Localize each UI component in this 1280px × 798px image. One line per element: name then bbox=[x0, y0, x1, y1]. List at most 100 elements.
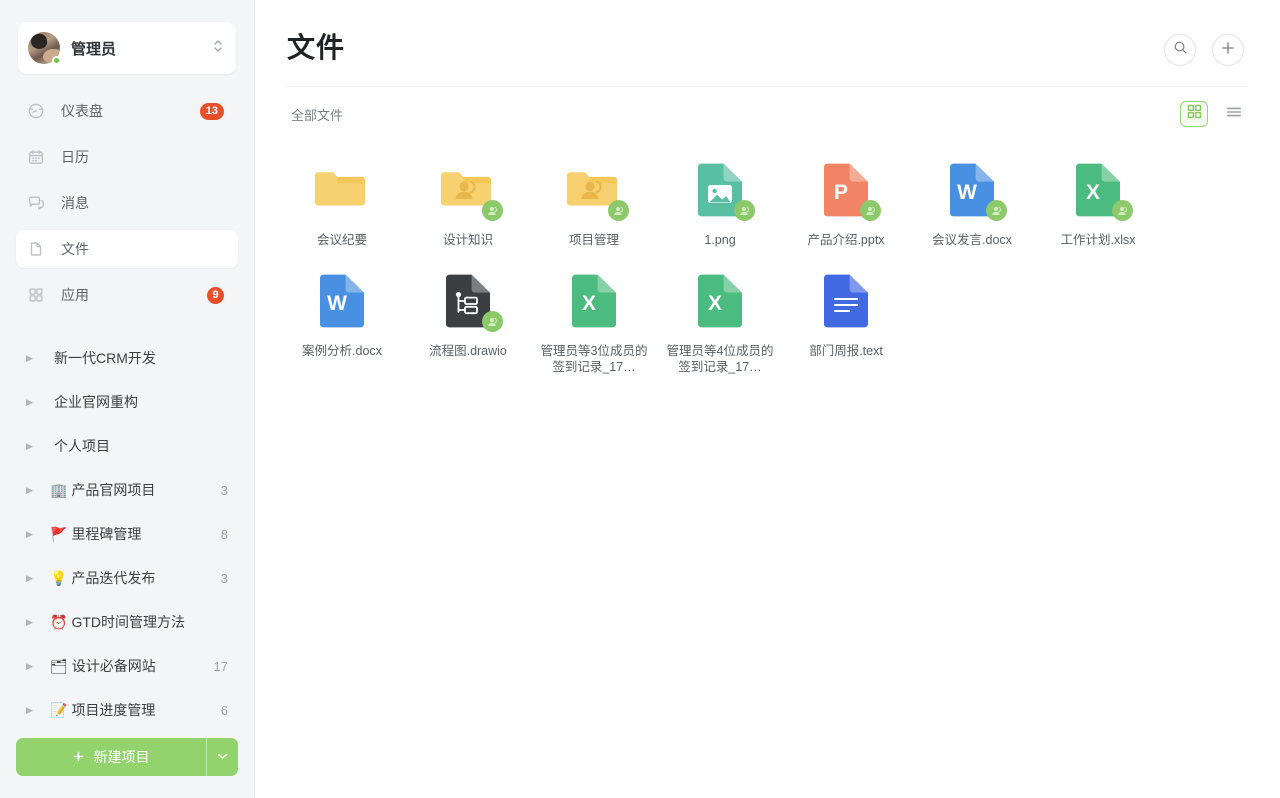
file-name: 管理员等4位成员的签到记录_17… bbox=[664, 343, 776, 375]
project-item[interactable]: ▶ 新一代CRM开发 bbox=[16, 336, 238, 380]
sidebar-item-label: 日历 bbox=[61, 147, 224, 167]
caret-right-icon[interactable]: ▶ bbox=[26, 662, 36, 671]
project-label: 产品迭代发布 bbox=[71, 568, 220, 588]
svg-text:P: P bbox=[834, 181, 848, 204]
file-cell[interactable]: 1.png bbox=[657, 147, 783, 258]
caret-right-icon[interactable]: ▶ bbox=[26, 618, 36, 627]
file-name: 案例分析.docx bbox=[302, 343, 382, 359]
caret-right-icon[interactable]: ▶ bbox=[26, 574, 36, 583]
app-root: 管理员 仪表盘 13 bbox=[0, 0, 1280, 798]
list-view-button[interactable] bbox=[1220, 101, 1248, 127]
caret-right-icon[interactable]: ▶ bbox=[26, 530, 36, 539]
sidebar-item-dashboard[interactable]: 仪表盘 13 bbox=[16, 92, 238, 130]
shared-badge bbox=[734, 200, 755, 221]
new-project-label: 新建项目 bbox=[94, 747, 150, 767]
apps-badge: 9 bbox=[207, 287, 224, 304]
file-name: 会议发言.docx bbox=[932, 232, 1012, 248]
caret-right-icon[interactable]: ▶ bbox=[26, 398, 36, 407]
svg-text:X: X bbox=[582, 292, 596, 315]
project-list: ▶ 新一代CRM开发 ▶ 企业官网重构 ▶ 个人项目 ▶ 🏢 产品官网项目 bbox=[0, 336, 254, 738]
page-title: 文件 bbox=[287, 26, 345, 66]
file-name: 1.png bbox=[704, 232, 735, 248]
apps-icon bbox=[27, 286, 45, 304]
shared-badge bbox=[482, 200, 503, 221]
file-cell[interactable]: X 工作计划.xlsx bbox=[1035, 147, 1161, 258]
project-label: 设计必备网站 bbox=[72, 656, 214, 676]
message-icon bbox=[27, 194, 45, 212]
file-cell[interactable]: X 管理员等4位成员的签到记录_17… bbox=[657, 258, 783, 385]
file-name: 设计知识 bbox=[443, 232, 493, 248]
xlsx-icon: X bbox=[563, 270, 625, 332]
file-cell[interactable]: W 案例分析.docx bbox=[279, 258, 405, 385]
add-file-button[interactable] bbox=[1212, 34, 1244, 66]
project-count: 6 bbox=[221, 703, 228, 718]
grid-view-button[interactable] bbox=[1180, 101, 1208, 127]
chevron-up-down-icon[interactable] bbox=[212, 38, 224, 59]
search-button[interactable] bbox=[1164, 34, 1196, 66]
file-cell[interactable]: X 管理员等3位成员的签到记录_17… bbox=[531, 258, 657, 385]
file-cell[interactable]: 会议纪要 bbox=[279, 147, 405, 258]
file-name: 产品介绍.pptx bbox=[807, 232, 884, 248]
caret-right-icon[interactable]: ▶ bbox=[26, 706, 36, 715]
file-cell[interactable]: 设计知识 bbox=[405, 147, 531, 258]
folder-icon bbox=[563, 159, 625, 221]
file-cell[interactable]: 项目管理 bbox=[531, 147, 657, 258]
project-emoji: ⏰ bbox=[50, 614, 67, 631]
project-item[interactable]: ▶ 🏢 产品官网项目 3 bbox=[16, 468, 238, 512]
view-toggle bbox=[1180, 101, 1248, 127]
file-cell[interactable]: W会议发言.docx bbox=[909, 147, 1035, 258]
folder-icon bbox=[437, 159, 499, 221]
avatar bbox=[28, 32, 60, 64]
project-item[interactable]: ▶ 企业官网重构 bbox=[16, 380, 238, 424]
project-emoji: 🏢 bbox=[50, 482, 67, 499]
project-emoji: 🗂 bbox=[50, 658, 68, 675]
new-project-button[interactable]: 新建项目 bbox=[16, 738, 206, 776]
header-actions bbox=[1164, 26, 1244, 66]
calendar-icon bbox=[27, 148, 45, 166]
file-name: 流程图.drawio bbox=[429, 343, 507, 359]
project-label: GTD时间管理方法 bbox=[71, 612, 228, 632]
shared-badge bbox=[1112, 200, 1133, 221]
project-label: 项目进度管理 bbox=[71, 700, 220, 720]
drawio-icon bbox=[437, 270, 499, 332]
project-label: 里程碑管理 bbox=[71, 524, 220, 544]
dashboard-icon bbox=[27, 102, 45, 120]
sidebar-item-files[interactable]: 文件 bbox=[16, 230, 238, 268]
sidebar-item-apps[interactable]: 应用 9 bbox=[16, 276, 238, 314]
sub-toolbar: 全部文件 bbox=[255, 87, 1280, 141]
plus-icon bbox=[1221, 41, 1235, 60]
user-card[interactable]: 管理员 bbox=[18, 22, 236, 74]
project-count: 17 bbox=[214, 659, 228, 674]
project-item[interactable]: ▶ ⏰ GTD时间管理方法 bbox=[16, 600, 238, 644]
svg-text:X: X bbox=[708, 292, 722, 315]
new-project-button-group[interactable]: 新建项目 bbox=[16, 738, 238, 776]
new-project-dropdown-button[interactable] bbox=[206, 738, 238, 776]
project-item[interactable]: ▶ 🗂 设计必备网站 17 bbox=[16, 644, 238, 688]
sidebar-item-calendar[interactable]: 日历 bbox=[16, 138, 238, 176]
xlsx-icon: X bbox=[1067, 159, 1129, 221]
file-cell[interactable]: P 产品介绍.pptx bbox=[783, 147, 909, 258]
caret-right-icon[interactable]: ▶ bbox=[26, 442, 36, 451]
docx-icon: W bbox=[311, 270, 373, 332]
sidebar-item-label: 应用 bbox=[61, 285, 207, 305]
pptx-icon: P bbox=[815, 159, 877, 221]
breadcrumb[interactable]: 全部文件 bbox=[291, 105, 343, 124]
caret-right-icon[interactable]: ▶ bbox=[26, 486, 36, 495]
project-item[interactable]: ▶ 个人项目 bbox=[16, 424, 238, 468]
project-item[interactable]: ▶ 📝 项目进度管理 6 bbox=[16, 688, 238, 732]
list-view-icon bbox=[1226, 105, 1242, 124]
file-name: 管理员等3位成员的签到记录_17… bbox=[538, 343, 650, 375]
file-cell[interactable]: 流程图.drawio bbox=[405, 258, 531, 385]
caret-right-icon[interactable]: ▶ bbox=[26, 354, 36, 363]
project-count: 3 bbox=[221, 483, 228, 498]
file-cell[interactable]: 部门周报.text bbox=[783, 258, 909, 385]
file-name: 工作计划.xlsx bbox=[1060, 232, 1135, 248]
dashboard-badge: 13 bbox=[200, 103, 224, 120]
project-count: 3 bbox=[221, 571, 228, 586]
sidebar-item-messages[interactable]: 消息 bbox=[16, 184, 238, 222]
project-count: 8 bbox=[221, 527, 228, 542]
folder-icon bbox=[311, 159, 373, 221]
project-item[interactable]: ▶ 🚩 里程碑管理 8 bbox=[16, 512, 238, 556]
sidebar: 管理员 仪表盘 13 bbox=[0, 0, 255, 798]
project-item[interactable]: ▶ 💡 产品迭代发布 3 bbox=[16, 556, 238, 600]
